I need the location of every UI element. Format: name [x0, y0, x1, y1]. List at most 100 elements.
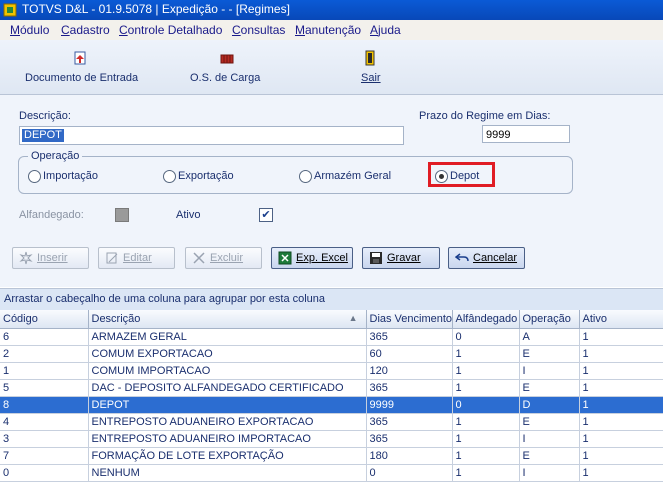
- cell-dias-vencimento: 0: [366, 464, 453, 482]
- alfandegado-label: Alfandegado:: [19, 209, 84, 221]
- excluir-button[interactable]: Excluir: [185, 247, 262, 269]
- regimes-grid: Código Descrição ▲ Dias Vencimento Alfând…: [0, 310, 663, 482]
- insert-icon: [19, 251, 33, 265]
- cell-codigo: 2: [0, 345, 89, 363]
- cancelar-button[interactable]: Cancelar: [448, 247, 525, 269]
- descricao-label: Descrição:: [19, 110, 71, 122]
- cell-codigo: 5: [0, 379, 89, 397]
- documento-entrada-button[interactable]: Documento de Entrada: [20, 40, 140, 94]
- alfandegado-checkbox[interactable]: [115, 208, 129, 222]
- menu-consultas[interactable]: Consultas: [232, 23, 285, 37]
- ativo-checkbox[interactable]: ✔: [259, 208, 273, 222]
- cell-alfandegado: 1: [452, 464, 520, 482]
- inserir-button[interactable]: Inserir: [12, 247, 89, 269]
- cell-dias-vencimento: 180: [366, 447, 453, 465]
- sort-ascending-icon: ▲: [348, 313, 358, 323]
- group-by-bar[interactable]: Arrastar o cabeçalho de uma coluna para …: [0, 288, 663, 311]
- column-header-descricao-label: Descrição: [91, 313, 141, 325]
- radio-exportacao-circle: [163, 170, 176, 183]
- table-row[interactable]: 2 COMUM EXPORTACAO 60 1 E 1: [0, 345, 663, 363]
- cell-codigo: 7: [0, 447, 89, 465]
- ativo-label: Ativo: [176, 209, 201, 221]
- cell-descricao: NENHUM: [88, 464, 367, 482]
- menu-manutencao[interactable]: Manutenção: [295, 23, 361, 37]
- cell-ativo: 1: [579, 430, 663, 448]
- editar-button[interactable]: Editar: [98, 247, 175, 269]
- column-header-codigo[interactable]: Código: [0, 310, 89, 329]
- cell-alfandegado: 0: [452, 328, 520, 346]
- column-header-dias-vencimento[interactable]: Dias Vencimento: [366, 310, 453, 329]
- cell-dias-vencimento: 365: [366, 379, 453, 397]
- exp-excel-label: Exp. Excel: [296, 252, 348, 264]
- cell-operacao: I: [519, 362, 580, 380]
- radio-armazem-geral[interactable]: Armazém Geral: [299, 170, 409, 184]
- cell-codigo: 3: [0, 430, 89, 448]
- cell-descricao: DAC - DEPOSITO ALFANDEGADO CERTIFICADO: [88, 379, 367, 397]
- exit-door-icon: [365, 50, 375, 66]
- table-row[interactable]: 5 DAC - DEPOSITO ALFANDEGADO CERTIFICADO…: [0, 379, 663, 397]
- cell-operacao: I: [519, 464, 580, 482]
- cell-descricao: DEPOT: [88, 396, 367, 414]
- edit-icon: [106, 252, 118, 264]
- radio-exportacao-label: Exportação: [178, 170, 234, 182]
- cell-operacao: E: [519, 413, 580, 431]
- menu-ajuda[interactable]: Ajuda: [370, 23, 401, 37]
- menu-modulo[interactable]: Módulo: [10, 23, 49, 37]
- sair-button[interactable]: Sair: [355, 40, 385, 94]
- cell-ativo: 1: [579, 413, 663, 431]
- cell-ativo: 1: [579, 447, 663, 465]
- radio-exportacao[interactable]: Exportação: [163, 170, 253, 184]
- table-row[interactable]: 4 ENTREPOSTO ADUANEIRO EXPORTACAO 365 1 …: [0, 413, 663, 431]
- prazo-label: Prazo do Regime em Dias:: [419, 110, 551, 122]
- menu-bar: Módulo Cadastro Controle Detalhado Consu…: [0, 20, 663, 40]
- radio-importacao[interactable]: Importação: [28, 170, 118, 184]
- cell-codigo: 4: [0, 413, 89, 431]
- descricao-input[interactable]: DEPOT: [19, 126, 404, 145]
- radio-armazem-geral-circle: [299, 170, 312, 183]
- gravar-button[interactable]: Gravar: [362, 247, 440, 269]
- cell-alfandegado: 0: [452, 396, 520, 414]
- cell-descricao: COMUM IMPORTACAO: [88, 362, 367, 380]
- cargo-icon: [220, 54, 234, 64]
- cell-alfandegado: 1: [452, 413, 520, 431]
- menu-controle-detalhado[interactable]: Controle Detalhado: [119, 23, 222, 37]
- checkmark-icon: ✔: [261, 209, 271, 221]
- toolbar: Documento de Entrada O.S. de Carga Sair: [0, 40, 663, 95]
- operacao-label: Operação: [28, 150, 83, 162]
- radio-armazem-geral-label: Armazém Geral: [314, 170, 392, 182]
- cell-operacao: D: [519, 396, 580, 414]
- table-row[interactable]: 0 NENHUM 0 1 I 1: [0, 464, 663, 482]
- cell-codigo: 0: [0, 464, 89, 482]
- documento-entrada-label: Documento de Entrada: [25, 72, 139, 84]
- table-row[interactable]: 7 FORMAÇÃO DE LOTE EXPORTAÇÃO 180 1 E 1: [0, 447, 663, 465]
- cell-operacao: E: [519, 379, 580, 397]
- cell-codigo: 1: [0, 362, 89, 380]
- table-row[interactable]: 3 ENTREPOSTO ADUANEIRO IMPORTACAO 365 1 …: [0, 430, 663, 448]
- table-row-selected[interactable]: 8 DEPOT 9999 0 D 1: [0, 396, 663, 414]
- cell-dias-vencimento: 365: [366, 430, 453, 448]
- prazo-input[interactable]: 9999: [482, 125, 570, 143]
- exp-excel-button[interactable]: Exp. Excel: [271, 247, 353, 269]
- cancelar-label: Cancelar: [473, 252, 518, 264]
- os-carga-button[interactable]: O.S. de Carga: [185, 40, 270, 94]
- cell-ativo: 1: [579, 464, 663, 482]
- column-header-operacao[interactable]: Operação: [519, 310, 580, 329]
- cell-dias-vencimento: 365: [366, 328, 453, 346]
- cell-operacao: A: [519, 328, 580, 346]
- table-row[interactable]: 1 COMUM IMPORTACAO 120 1 I 1: [0, 362, 663, 380]
- app-icon: [3, 3, 17, 17]
- cell-dias-vencimento: 9999: [366, 396, 453, 414]
- column-header-descricao[interactable]: Descrição ▲: [88, 310, 367, 329]
- cell-codigo: 6: [0, 328, 89, 346]
- column-header-ativo[interactable]: Ativo: [579, 310, 663, 329]
- cell-codigo: 8: [0, 396, 89, 414]
- cell-descricao: COMUM EXPORTACAO: [88, 345, 367, 363]
- group-by-hint: Arrastar o cabeçalho de uma coluna para …: [4, 293, 326, 305]
- sair-label: Sair: [361, 72, 381, 84]
- table-row[interactable]: 6 ARMAZEM GERAL 365 0 A 1: [0, 328, 663, 346]
- cell-alfandegado: 1: [452, 430, 520, 448]
- menu-cadastro[interactable]: Cadastro: [61, 23, 110, 37]
- radio-importacao-label: Importação: [43, 170, 99, 182]
- descricao-value: DEPOT: [22, 129, 64, 142]
- column-header-alfandegado[interactable]: Alfândegado: [452, 310, 520, 329]
